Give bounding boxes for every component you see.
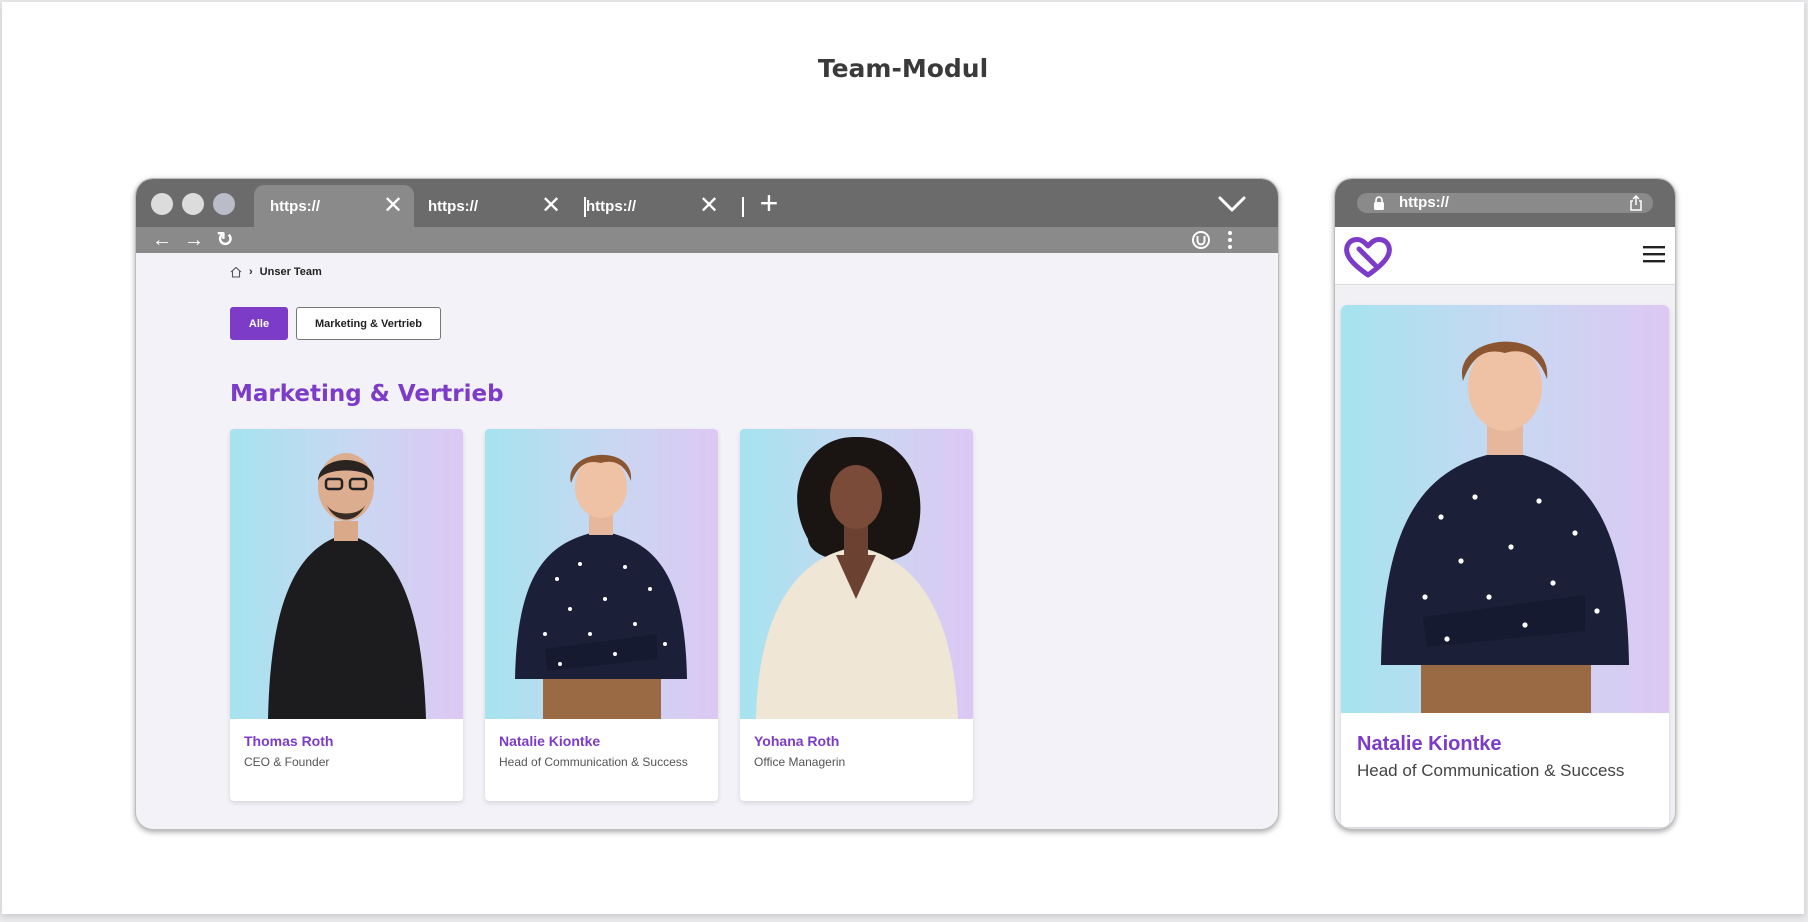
section-heading: Marketing & Vertrieb: [230, 381, 504, 407]
member-name: Yohana Roth: [754, 733, 840, 749]
member-photo: [740, 429, 973, 719]
tab-label: https://: [270, 197, 320, 215]
close-icon[interactable]: ✕: [698, 194, 720, 218]
member-role: Head of Communication & Success: [499, 755, 688, 769]
window-close-dot[interactable]: [151, 193, 173, 215]
mobile-url-bar: https://: [1335, 179, 1675, 227]
browser-tab-bar: https:// ✕ https:// ✕ https:// ✕ +: [136, 179, 1278, 227]
mobile-browser-mockup: https:// Natalie Kiontke Head of Communi…: [1334, 178, 1676, 830]
tab-label: https://: [428, 197, 478, 215]
close-icon[interactable]: ✕: [540, 194, 562, 218]
more-vertical-icon[interactable]: [1219, 229, 1241, 251]
reload-icon[interactable]: ↻: [214, 229, 236, 251]
team-card-grid: Thomas Roth CEO & Founder Natalie Kiontk…: [230, 429, 973, 801]
home-icon[interactable]: [230, 266, 242, 278]
team-member-card[interactable]: Natalie Kiontke Head of Communication & …: [485, 429, 718, 801]
member-name: Thomas Roth: [244, 733, 334, 749]
member-photo: [230, 429, 463, 719]
lock-icon: [1374, 196, 1384, 210]
filter-all-button[interactable]: Alle: [230, 307, 288, 340]
mobile-address-field[interactable]: https://: [1357, 193, 1653, 213]
chevron-down-icon[interactable]: [1216, 191, 1248, 217]
team-member-card[interactable]: Thomas Roth CEO & Founder: [230, 429, 463, 801]
mobile-url-text: https://: [1399, 194, 1449, 211]
browser-tab-1[interactable]: https:// ✕: [254, 185, 414, 227]
close-icon[interactable]: ✕: [382, 194, 404, 218]
person-portrait-image: [756, 436, 958, 719]
member-photo: [1341, 305, 1669, 713]
extension-icon[interactable]: [1190, 229, 1212, 251]
mobile-site-header: [1335, 227, 1675, 285]
breadcrumb-current: Unser Team: [259, 266, 322, 278]
new-tab-plus-icon[interactable]: +: [754, 187, 784, 219]
member-role: Office Managerin: [754, 755, 846, 769]
forward-arrow-icon[interactable]: →: [183, 229, 205, 251]
back-arrow-icon[interactable]: ←: [151, 229, 173, 251]
member-name: Natalie Kiontke: [499, 733, 601, 749]
desktop-browser-mockup: https:// ✕ https:// ✕ https:// ✕ + ← → ↻: [135, 178, 1279, 830]
tab-separator: [742, 197, 744, 217]
member-photo: [485, 429, 718, 719]
window-minimize-dot[interactable]: [182, 193, 204, 215]
hamburger-menu-icon[interactable]: [1643, 245, 1665, 263]
share-icon[interactable]: [1629, 195, 1643, 211]
mobile-team-member-card[interactable]: Natalie Kiontke Head of Communication & …: [1341, 305, 1669, 827]
breadcrumb: › Unser Team: [230, 266, 322, 278]
member-role: CEO & Founder: [244, 755, 330, 769]
member-role: Head of Communication & Success: [1357, 761, 1625, 780]
person-portrait-image: [1381, 341, 1629, 713]
person-portrait-image: [268, 453, 426, 719]
browser-nav-bar: ← → ↻: [136, 227, 1278, 253]
website-content: › Unser Team Alle Marketing & Vertrieb M…: [136, 253, 1278, 829]
presentation-sheet: Team-Modul https:// ✕ https:// ✕ https:/…: [2, 2, 1804, 914]
person-portrait-image: [515, 454, 687, 719]
filter-marketing-button[interactable]: Marketing & Vertrieb: [296, 307, 441, 340]
browser-tab-3[interactable]: https:// ✕: [570, 185, 730, 227]
team-member-card[interactable]: Yohana Roth Office Managerin: [740, 429, 973, 801]
tab-label: https://: [586, 197, 636, 215]
chevron-right-icon: ›: [249, 266, 253, 278]
member-name: Natalie Kiontke: [1357, 733, 1502, 755]
browser-tab-2[interactable]: https:// ✕: [412, 185, 572, 227]
page-title: Team-Modul: [817, 54, 989, 83]
filter-bar: Alle Marketing & Vertrieb: [230, 307, 441, 340]
window-maximize-dot[interactable]: [213, 193, 235, 215]
heart-logo-icon[interactable]: [1341, 233, 1395, 279]
